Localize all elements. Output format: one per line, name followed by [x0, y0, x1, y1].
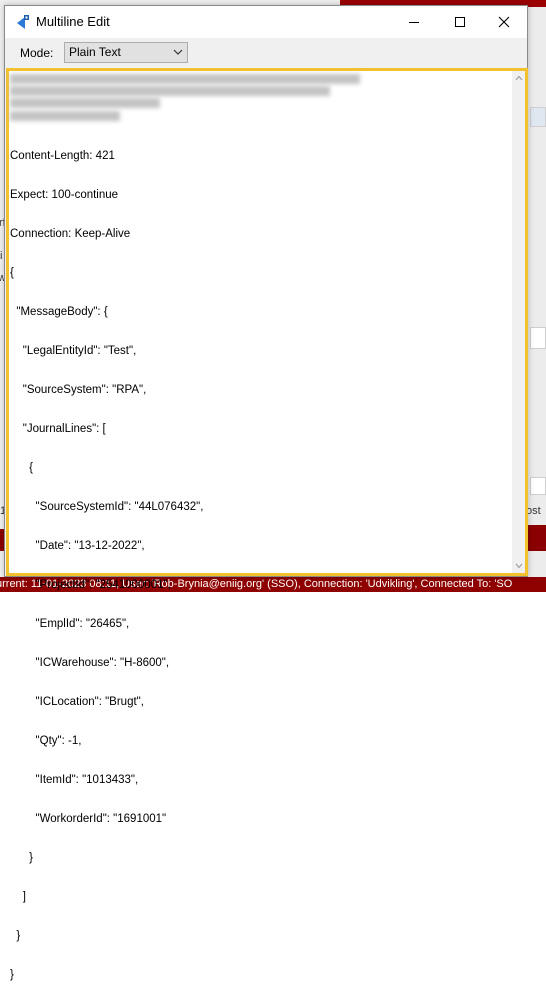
mode-row: Mode: Plain Text [5, 38, 527, 68]
editor-line: } [10, 930, 21, 942]
editor-line: "Date": "13-12-2022", [10, 540, 145, 552]
multiline-edit-dialog: Multiline Edit Mode: Plain Text Content-… [4, 5, 528, 981]
maximize-button[interactable] [437, 6, 483, 38]
chevron-down-icon [515, 563, 522, 569]
mode-label: Mode: [20, 46, 54, 60]
editor-line: "SourceSystem": "RPA", [10, 384, 147, 396]
mode-dropdown[interactable]: Plain Text [64, 42, 188, 63]
editor-line: "EmplId": "26465", [10, 618, 130, 630]
editor-line: "MessageBody": { [10, 306, 108, 318]
blurred-text-line [10, 86, 330, 96]
background-panel [530, 477, 546, 495]
editor-line: "JournalLines": [ [10, 423, 106, 435]
close-icon [498, 16, 510, 28]
editor-content: Content-Length: 421 Expect: 100-continue… [10, 124, 203, 1008]
background-panel [530, 327, 546, 349]
vertical-scrollbar[interactable] [512, 71, 525, 573]
mode-selected-value: Plain Text [69, 45, 121, 59]
background-red-band [528, 525, 546, 551]
blurred-text-line [10, 98, 160, 108]
chevron-up-icon [515, 75, 522, 81]
window-title: Multiline Edit [36, 14, 110, 29]
editor-line: "WorkorderId": "1691001" [10, 813, 167, 825]
editor-line: "LegalEntityId": "Test", [10, 345, 137, 357]
chevron-down-icon [173, 49, 183, 55]
minimize-icon [409, 22, 419, 23]
app-icon [15, 14, 31, 30]
editor-line: Connection: Keep-Alive [10, 228, 131, 240]
editor-line: "SourceSystemId": "44L076432", [10, 501, 204, 513]
title-bar[interactable]: Multiline Edit [5, 6, 527, 38]
scroll-up-button[interactable] [512, 71, 525, 85]
editor-line: "ItemId": "1013433", [10, 774, 139, 786]
editor-line: Content-Length: 421 [10, 150, 115, 162]
editor-line: "ProjectId": "2541000001", [10, 579, 171, 591]
editor-line: "ICLocation": "Brugt", [10, 696, 144, 708]
background-panel [530, 107, 546, 127]
editor-line: } [10, 969, 14, 981]
editor-line: "Qty": -1, [10, 735, 82, 747]
minimize-button[interactable] [391, 6, 437, 38]
maximize-icon [455, 17, 465, 27]
editor-text-area[interactable]: Content-Length: 421 Expect: 100-continue… [9, 71, 512, 981]
blurred-text-line [10, 111, 120, 121]
blurred-text-line [10, 74, 360, 84]
scroll-down-button[interactable] [512, 559, 525, 573]
background-app-right-edge: ost [526, 7, 546, 577]
editor-line: } [10, 852, 34, 864]
editor-line: { [10, 462, 34, 474]
text-editor[interactable]: Content-Length: 421 Expect: 100-continue… [6, 68, 528, 981]
editor-line: ] [10, 891, 26, 903]
background-fragment: ost [526, 505, 541, 517]
background-fragment: i [0, 250, 3, 262]
close-button[interactable] [481, 6, 527, 38]
editor-line: { [10, 267, 14, 279]
editor-line: Expect: 100-continue [10, 189, 119, 201]
editor-line: "ICWarehouse": "H-8600", [10, 657, 170, 669]
